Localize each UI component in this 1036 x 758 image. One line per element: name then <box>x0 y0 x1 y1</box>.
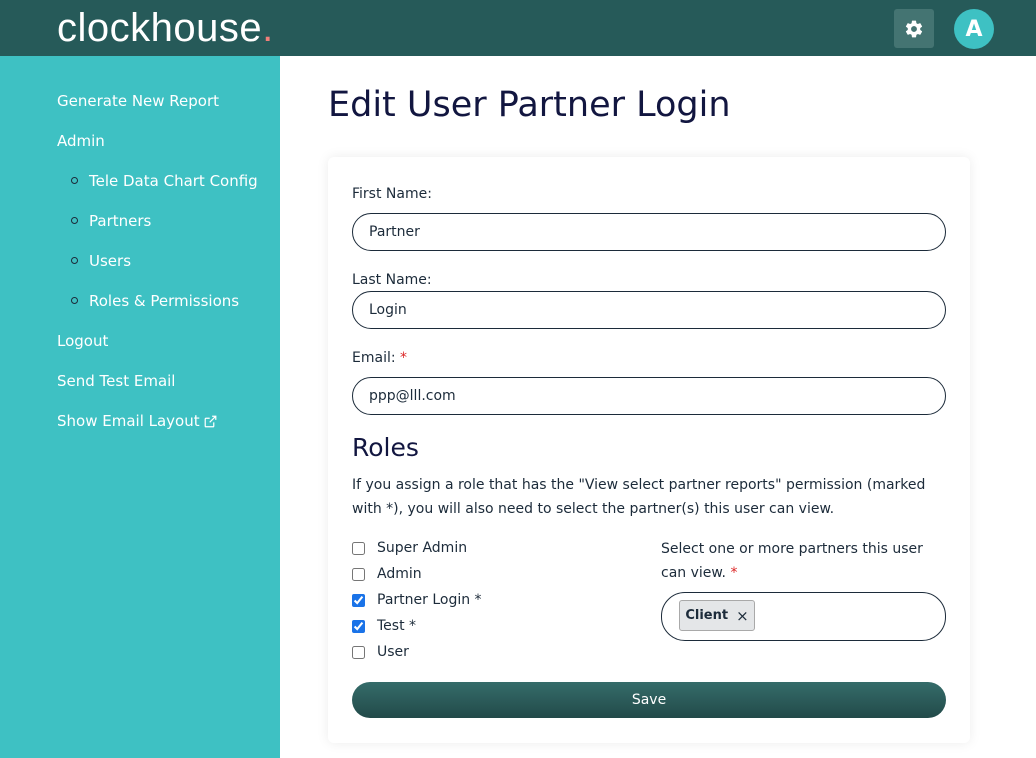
role-test[interactable]: Test * <box>352 615 416 637</box>
email-label-text: Email: <box>352 350 396 366</box>
avatar[interactable]: A <box>954 9 994 49</box>
partners-multiselect[interactable]: Client × <box>661 592 946 641</box>
bullet-icon <box>71 257 78 264</box>
roles-description: If you assign a role that has the "View … <box>352 477 926 517</box>
email-input[interactable] <box>352 377 946 415</box>
roles-heading: Roles <box>352 433 419 462</box>
role-label: Partner Login * <box>377 592 482 608</box>
role-label: Test * <box>377 618 417 634</box>
settings-button[interactable] <box>894 9 934 48</box>
sidebar-item-label: Users <box>89 252 132 270</box>
page-title: Edit User Partner Login <box>328 85 731 125</box>
role-user[interactable]: User <box>352 641 409 663</box>
role-partner-login[interactable]: Partner Login * <box>352 589 482 611</box>
logo-text: clockhouse <box>57 6 263 50</box>
sidebar-item-admin[interactable]: Admin <box>57 131 105 151</box>
role-label: User <box>377 644 409 660</box>
sidebar-item-logout[interactable]: Logout <box>57 331 108 351</box>
bullet-icon <box>71 177 78 184</box>
tag-label: Client <box>685 608 729 623</box>
gear-icon <box>905 20 923 37</box>
required-marker: * <box>400 350 408 366</box>
remove-tag-icon[interactable]: × <box>736 607 749 625</box>
sidebar-item-label: Partners <box>89 212 152 230</box>
role-checkbox-super-admin[interactable] <box>352 541 365 555</box>
role-checkbox-test[interactable] <box>352 619 365 633</box>
role-label: Super Admin <box>377 540 468 556</box>
role-checkbox-partner-login[interactable] <box>352 593 365 607</box>
selected-partner-tag: Client × <box>679 600 755 631</box>
sidebar-item-tele-data-chart-config[interactable]: Tele Data Chart Config <box>71 171 258 191</box>
sidebar-item-label: Roles & Permissions <box>89 292 240 310</box>
sidebar-item-show-email-layout[interactable]: Show Email Layout <box>57 411 217 431</box>
sidebar-item-roles-permissions[interactable]: Roles & Permissions <box>71 291 240 311</box>
required-marker: * <box>730 565 738 581</box>
logo[interactable]: clockhouse. <box>57 4 274 52</box>
email-label: Email: * <box>352 349 407 367</box>
top-bar: clockhouse. A <box>0 0 1036 56</box>
sidebar-item-send-test-email[interactable]: Send Test Email <box>57 371 175 391</box>
first-name-input[interactable] <box>352 213 946 251</box>
role-super-admin[interactable]: Super Admin <box>352 537 467 559</box>
bullet-icon <box>71 217 78 224</box>
last-name-input[interactable] <box>352 291 946 329</box>
sidebar-item-partners[interactable]: Partners <box>71 211 152 231</box>
first-name-label: First Name: <box>352 186 432 202</box>
external-link-icon <box>204 415 217 428</box>
partners-select-label: Select one or more partners this user ca… <box>661 537 946 585</box>
role-admin[interactable]: Admin <box>352 563 422 585</box>
last-name-label: Last Name: <box>352 272 432 288</box>
sidebar-item-label: Tele Data Chart Config <box>89 172 258 190</box>
sidebar: Generate New Report Admin Tele Data Char… <box>0 56 280 758</box>
sidebar-item-users[interactable]: Users <box>71 251 132 271</box>
bullet-icon <box>71 297 78 304</box>
sidebar-item-label: Show Email Layout <box>57 412 200 430</box>
sidebar-item-generate-new-report[interactable]: Generate New Report <box>57 91 219 111</box>
save-button[interactable]: Save <box>352 682 946 718</box>
logo-dot: . <box>262 6 274 50</box>
role-checkbox-admin[interactable] <box>352 567 365 581</box>
role-checkbox-user[interactable] <box>352 645 365 659</box>
partners-label-text: Select one or more partners this user ca… <box>661 541 923 581</box>
role-label: Admin <box>377 566 422 582</box>
